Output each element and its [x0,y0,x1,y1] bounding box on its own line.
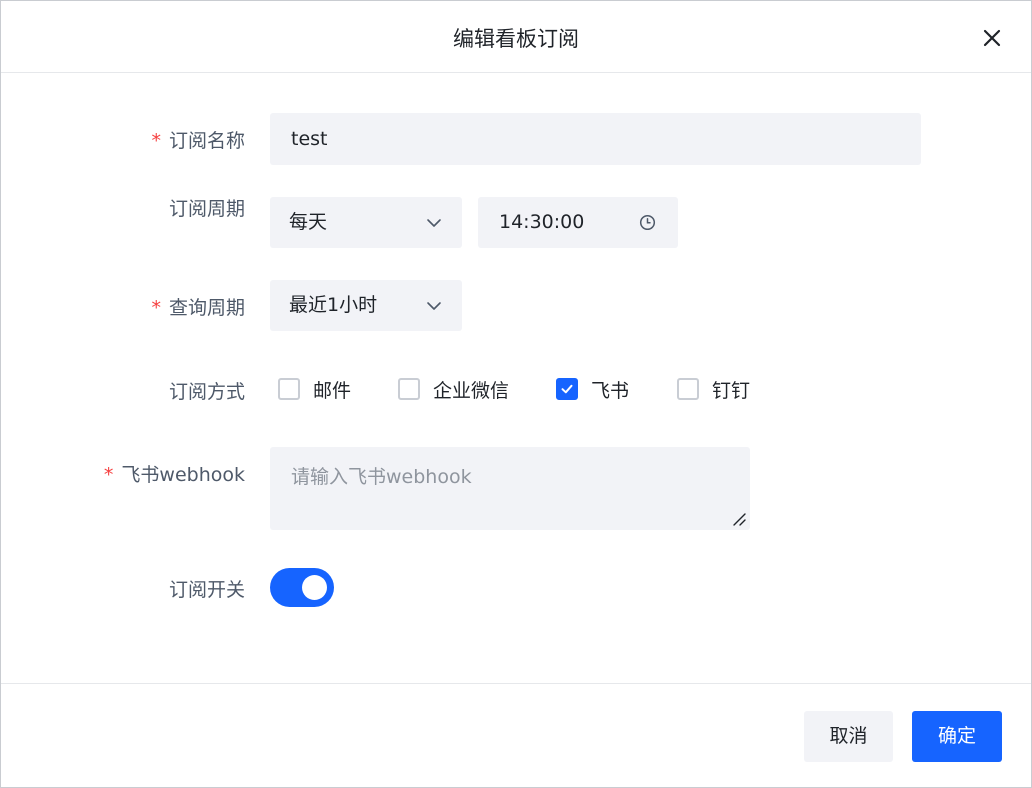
clock-icon [639,214,656,231]
checkbox-feishu-label: 飞书 [591,379,630,402]
edit-subscription-dialog: 编辑看板订阅 * 订阅名称 test 订阅周期 每天 14:30:00 * 查询周期… [0,0,1032,788]
cycle-time-picker[interactable]: 14:30:00 [478,197,678,248]
cycle-time-value: 14:30:00 [499,211,585,233]
checkbox-feishu[interactable]: 飞书 [556,378,630,402]
switch-label: 订阅开关 [168,579,245,601]
query-period-select[interactable]: 最近1小时 [270,280,462,331]
chevron-down-icon [427,219,441,227]
confirm-button[interactable]: 确定 [912,711,1002,762]
name-label: * 订阅名称 [151,130,245,152]
dialog-header: 编辑看板订阅 [1,1,1031,73]
webhook-label: * 飞书webhook [103,464,245,486]
checkbox-box[interactable] [398,378,420,400]
dialog-title: 编辑看板订阅 [453,27,579,51]
chevron-down-icon [427,302,441,310]
required-mark: * [151,130,161,152]
cycle-label: 订阅周期 [168,198,245,220]
webhook-placeholder: 请输入飞书webhook [291,466,472,488]
checkbox-wecom[interactable]: 企业微信 [398,378,510,402]
cancel-button[interactable]: 取消 [804,711,893,762]
cycle-frequency-value: 每天 [289,211,328,233]
close-icon[interactable] [979,25,1005,51]
checkbox-box-checked[interactable] [556,378,578,400]
query-period-value: 最近1小时 [289,294,378,316]
checkbox-box[interactable] [278,378,300,400]
required-mark: * [151,297,161,319]
footer-divider [1,683,1031,684]
query-period-label: * 查询周期 [151,297,245,319]
checkbox-wecom-label: 企业微信 [433,379,510,402]
required-mark: * [103,464,114,486]
check-icon [561,384,573,394]
subscription-name-value: test [291,128,328,150]
webhook-textarea[interactable]: 请输入飞书webhook [270,447,750,530]
subscription-name-input[interactable]: test [270,113,921,165]
resize-grip-icon[interactable] [731,511,747,527]
checkbox-email[interactable]: 邮件 [278,378,352,402]
checkbox-email-label: 邮件 [313,379,352,402]
checkbox-box[interactable] [677,378,699,400]
cycle-frequency-select[interactable]: 每天 [270,197,462,248]
toggle-knob [302,575,327,600]
subscription-toggle[interactable] [270,568,334,607]
checkbox-dingtalk[interactable]: 钉钉 [677,378,751,402]
method-label: 订阅方式 [168,381,245,403]
checkbox-dingtalk-label: 钉钉 [712,379,751,402]
